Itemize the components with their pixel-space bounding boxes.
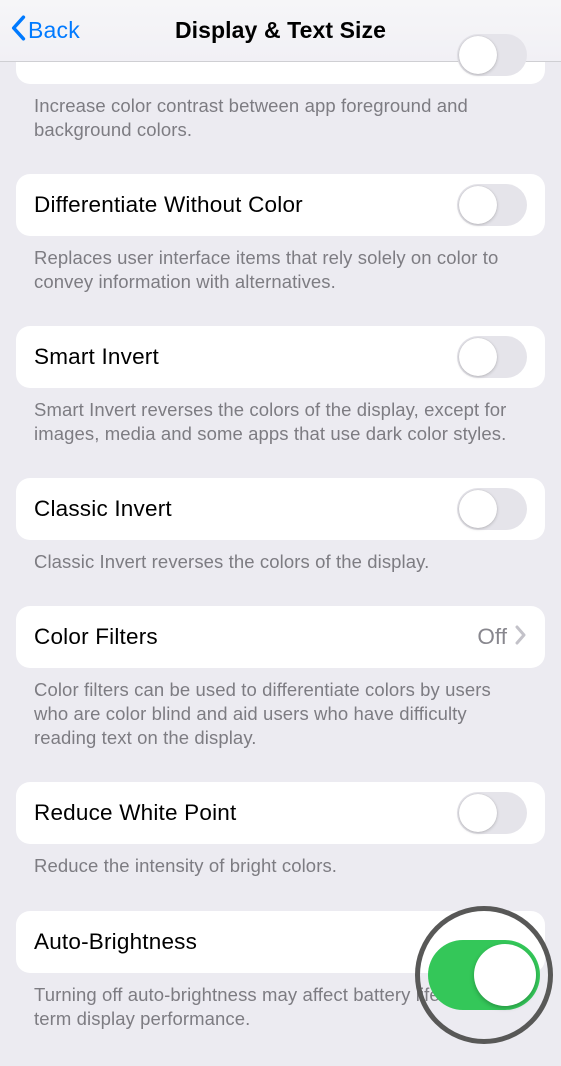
reduce-white-point-label: Reduce White Point — [34, 800, 236, 826]
reduce-white-point-toggle[interactable] — [457, 792, 527, 834]
color-filters-value: Off — [477, 624, 507, 650]
back-label: Back — [28, 17, 80, 44]
color-filters-row[interactable]: Color Filters Off — [16, 606, 545, 668]
increase-contrast-row-partial[interactable] — [16, 62, 545, 84]
back-button[interactable]: Back — [10, 0, 80, 61]
smart-invert-footer: Smart Invert reverses the colors of the … — [16, 388, 545, 446]
reduce-white-point-group: Reduce White Point Reduce the intensity … — [16, 782, 545, 878]
auto-brightness-footer: Turning off auto-brightness may affect b… — [16, 973, 545, 1031]
classic-invert-footer: Classic Invert reverses the colors of th… — [16, 540, 545, 574]
differentiate-toggle[interactable] — [457, 184, 527, 226]
differentiate-row[interactable]: Differentiate Without Color — [16, 174, 545, 236]
differentiate-label: Differentiate Without Color — [34, 192, 303, 218]
classic-invert-toggle[interactable] — [457, 488, 527, 530]
increase-contrast-group: Increase color contrast between app fore… — [16, 62, 545, 142]
reduce-white-point-row[interactable]: Reduce White Point — [16, 782, 545, 844]
content: Increase color contrast between app fore… — [0, 62, 561, 1031]
color-filters-footer: Color filters can be used to differentia… — [16, 668, 545, 750]
chevron-right-icon — [515, 625, 527, 650]
auto-brightness-label: Auto-Brightness — [34, 929, 197, 955]
smart-invert-group: Smart Invert Smart Invert reverses the c… — [16, 326, 545, 446]
auto-brightness-group: Auto-Brightness Turning off auto-brightn… — [16, 911, 545, 1031]
auto-brightness-row[interactable]: Auto-Brightness — [16, 911, 545, 973]
classic-invert-label: Classic Invert — [34, 496, 172, 522]
reduce-white-point-footer: Reduce the intensity of bright colors. — [16, 844, 545, 878]
color-filters-group: Color Filters Off Color filters can be u… — [16, 606, 545, 750]
smart-invert-row[interactable]: Smart Invert — [16, 326, 545, 388]
differentiate-group: Differentiate Without Color Replaces use… — [16, 174, 545, 294]
smart-invert-toggle[interactable] — [457, 336, 527, 378]
color-filters-label: Color Filters — [34, 624, 158, 650]
increase-contrast-toggle[interactable] — [457, 34, 527, 76]
classic-invert-group: Classic Invert Classic Invert reverses t… — [16, 478, 545, 574]
chevron-left-icon — [10, 15, 28, 47]
classic-invert-row[interactable]: Classic Invert — [16, 478, 545, 540]
increase-contrast-footer: Increase color contrast between app fore… — [16, 84, 545, 142]
smart-invert-label: Smart Invert — [34, 344, 159, 370]
differentiate-footer: Replaces user interface items that rely … — [16, 236, 545, 294]
